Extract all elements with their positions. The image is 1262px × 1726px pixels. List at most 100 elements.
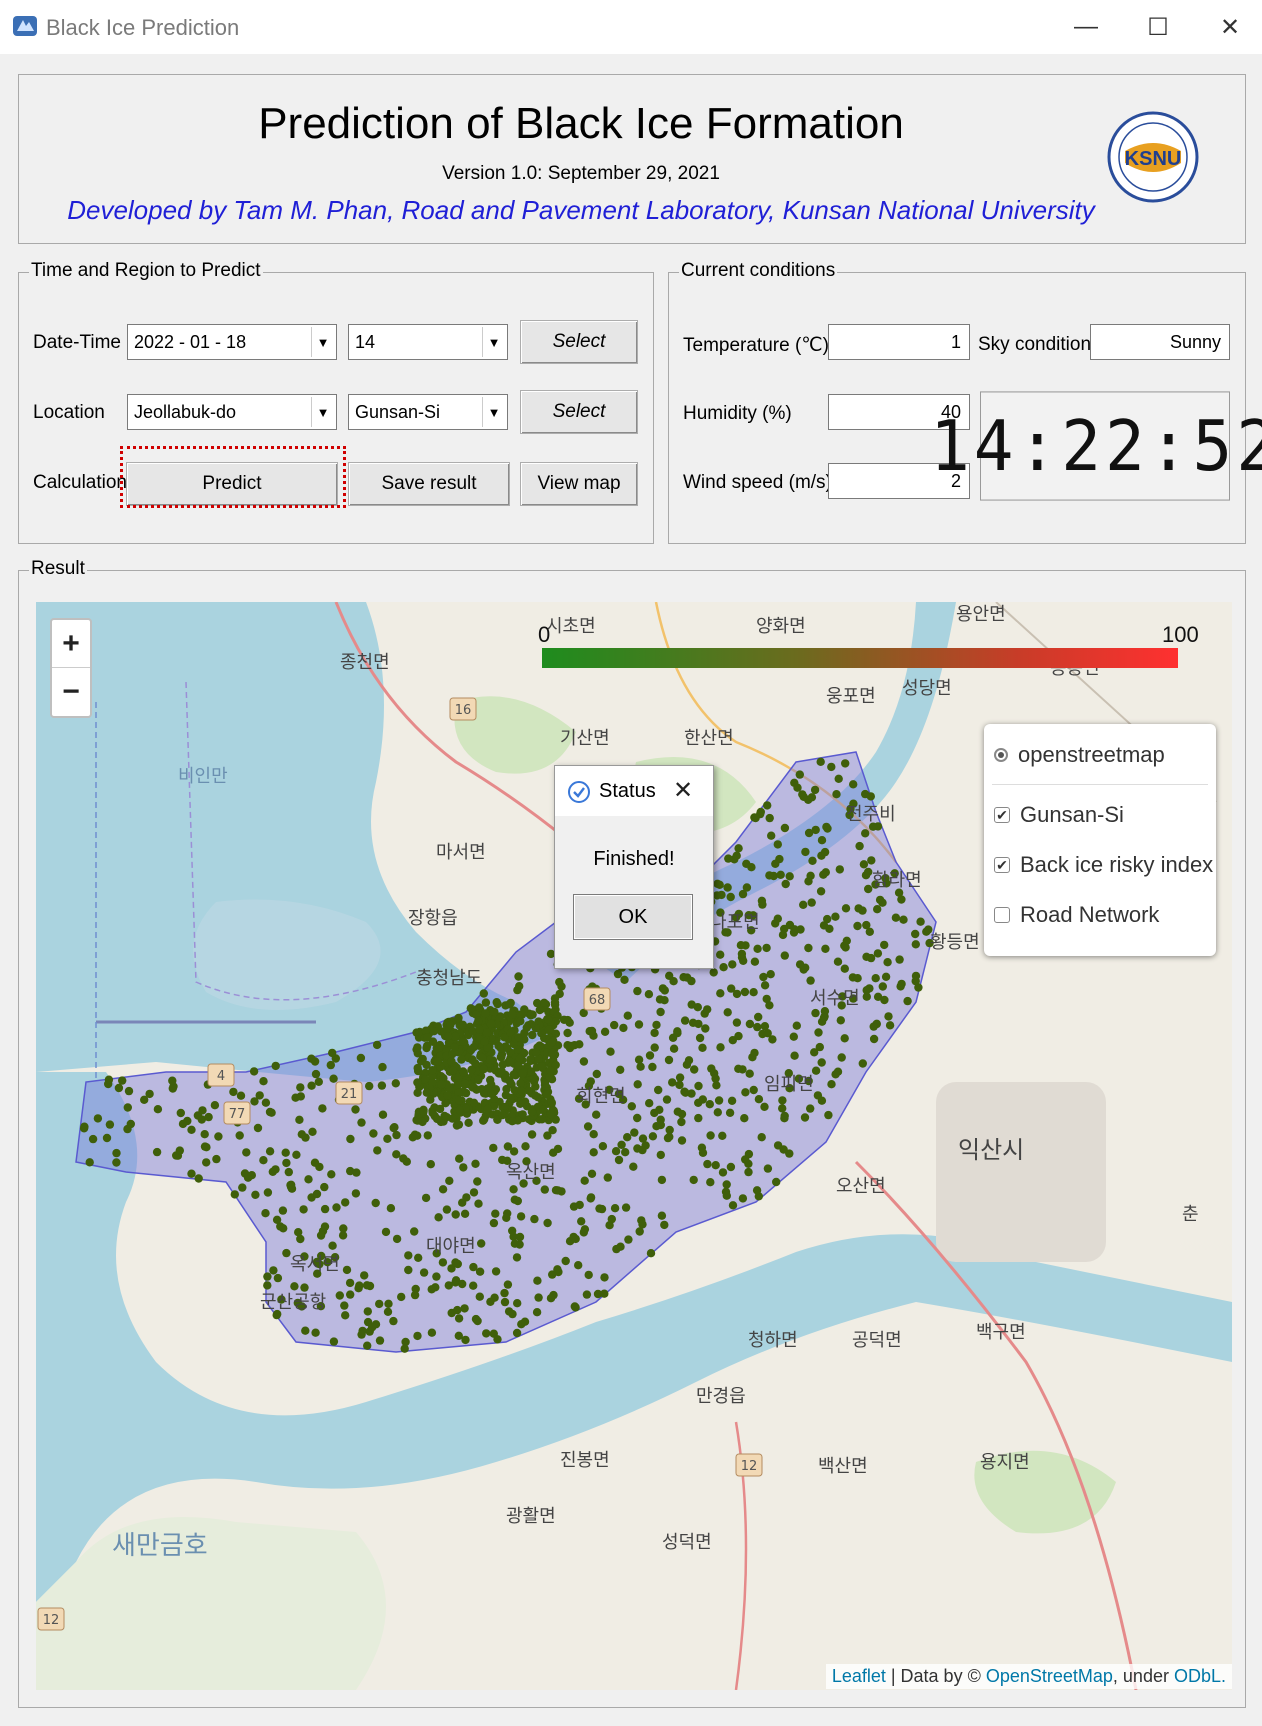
risk-point — [897, 895, 906, 904]
risk-point — [772, 1177, 781, 1187]
risk-point — [386, 1204, 396, 1213]
risk-point — [341, 1311, 350, 1320]
risk-point — [391, 1079, 400, 1088]
zoom-in-button[interactable]: + — [52, 620, 90, 668]
risk-point — [546, 1066, 555, 1075]
risk-point — [464, 1118, 473, 1127]
risk-point — [402, 1157, 411, 1166]
predict-button[interactable]: Predict — [126, 462, 338, 506]
place-label: 공덕면 — [852, 1330, 902, 1351]
risk-point — [308, 1127, 317, 1136]
risk-point — [750, 1048, 759, 1058]
datetime-label: Date-Time — [33, 332, 121, 353]
select-location-button[interactable]: Select — [520, 390, 638, 434]
risk-point — [310, 1158, 320, 1167]
risk-point — [451, 1210, 460, 1219]
risk-point — [175, 1146, 184, 1155]
checkbox-checked-icon[interactable]: ✔ — [994, 857, 1010, 873]
maximize-button[interactable]: ☐ — [1128, 8, 1188, 46]
risk-point — [807, 898, 816, 907]
chevron-down-icon[interactable]: ▼ — [482, 397, 505, 427]
risk-point — [810, 785, 820, 795]
risk-point — [375, 1299, 384, 1309]
risk-point — [754, 1095, 764, 1104]
risk-point — [527, 1067, 536, 1076]
risk-point — [580, 1225, 590, 1234]
risk-point — [392, 1234, 402, 1244]
risk-point — [517, 1086, 526, 1096]
risk-point — [422, 1060, 431, 1070]
risk-point — [112, 1148, 121, 1158]
sky-condition-field[interactable]: Sunny — [1090, 324, 1230, 360]
province-select[interactable]: Jeollabuk-do ▼ — [127, 394, 337, 430]
chevron-down-icon[interactable]: ▼ — [311, 397, 334, 427]
close-button[interactable]: ✕ — [1200, 8, 1260, 46]
odbl-link[interactable]: ODbL. — [1174, 1666, 1226, 1686]
risk-point — [527, 1130, 537, 1139]
risk-point — [301, 1133, 310, 1142]
save-result-button[interactable]: Save result — [348, 462, 510, 506]
checkbox-empty-icon[interactable] — [994, 907, 1010, 923]
temperature-field[interactable]: 1 — [828, 324, 970, 360]
risk-point — [698, 1043, 707, 1052]
risk-point — [533, 1276, 542, 1285]
risk-point — [778, 1104, 787, 1113]
risk-point — [290, 1282, 299, 1291]
risk-point — [816, 887, 826, 896]
risk-point — [448, 1114, 457, 1123]
risk-point — [706, 1131, 715, 1140]
sky-condition-value: Sunny — [1169, 331, 1221, 352]
risk-point — [911, 929, 920, 939]
dialog-close-icon[interactable]: ✕ — [673, 776, 693, 805]
risk-point — [749, 988, 758, 997]
base-layer-openstreetmap[interactable]: openstreetmap — [994, 742, 1165, 768]
chevron-down-icon[interactable]: ▼ — [311, 327, 334, 357]
risk-point — [295, 1115, 304, 1124]
overlay-risk-index[interactable]: ✔ Back ice risky index — [994, 852, 1213, 878]
risk-point — [799, 900, 808, 909]
risk-point — [448, 1066, 458, 1075]
risk-point — [780, 823, 790, 833]
zoom-out-button[interactable]: − — [52, 668, 90, 715]
risk-point — [400, 1344, 409, 1353]
risk-point — [837, 1053, 846, 1062]
risk-point — [320, 1182, 329, 1192]
checkbox-checked-icon[interactable]: ✔ — [994, 807, 1010, 823]
risk-point — [328, 1241, 337, 1250]
view-map-button[interactable]: View map — [520, 462, 638, 506]
risk-point — [450, 1043, 459, 1052]
risk-point — [294, 1228, 303, 1237]
risk-point — [503, 1280, 513, 1289]
dialog-ok-button[interactable]: OK — [573, 894, 693, 940]
city-select[interactable]: Gunsan-Si ▼ — [348, 394, 508, 430]
overlay-road-network[interactable]: Road Network — [994, 902, 1159, 928]
legend-max-label: 100 — [1162, 622, 1199, 647]
risk-point — [369, 1129, 378, 1138]
risk-point — [680, 1016, 690, 1025]
risk-point — [371, 1198, 380, 1208]
risk-point — [627, 1102, 636, 1111]
place-label: 임피면 — [764, 1074, 814, 1095]
risk-point — [242, 1148, 251, 1157]
risk-point — [584, 1270, 593, 1280]
risk-point — [247, 1171, 256, 1180]
overlay-gunsan-si[interactable]: ✔ Gunsan-Si — [994, 802, 1124, 828]
risk-point — [819, 1013, 829, 1022]
date-picker[interactable]: 2022 - 01 - 18 ▼ — [127, 324, 337, 360]
osm-link[interactable]: OpenStreetMap — [986, 1666, 1113, 1686]
risk-point — [345, 1278, 355, 1288]
hour-select[interactable]: 14 ▼ — [348, 324, 508, 360]
risk-point — [311, 1328, 320, 1337]
risk-legend-bar — [542, 648, 1178, 668]
radio-icon[interactable] — [994, 748, 1008, 762]
risk-point — [263, 1281, 272, 1290]
chevron-down-icon[interactable]: ▼ — [482, 327, 505, 357]
risk-point — [537, 1062, 547, 1071]
select-datetime-button[interactable]: Select — [520, 320, 638, 364]
risk-point — [734, 844, 743, 853]
risk-point — [249, 1067, 259, 1076]
risk-point — [520, 1317, 530, 1326]
leaflet-link[interactable]: Leaflet — [832, 1666, 886, 1686]
route-shield-label: 21 — [341, 1087, 358, 1102]
minimize-button[interactable]: — — [1056, 8, 1116, 46]
